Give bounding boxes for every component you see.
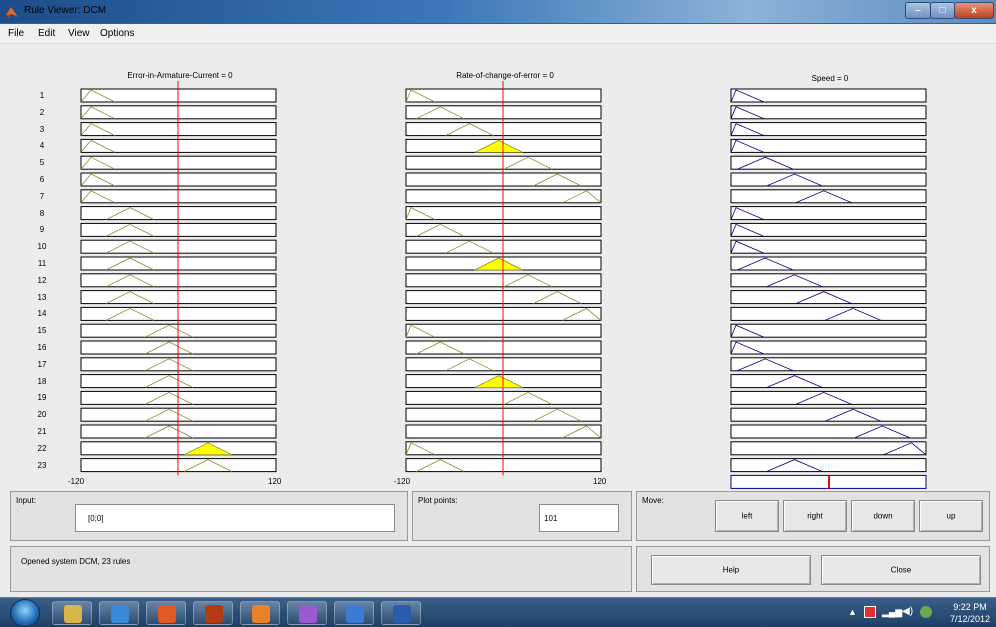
- rule-cell[interactable]: [730, 374, 927, 389]
- input2-max-tick: 120: [593, 477, 607, 486]
- simulink-icon: [346, 605, 364, 623]
- matlab-icon: [6, 7, 18, 18]
- rule-cell[interactable]: [730, 290, 927, 305]
- close-label: Close: [890, 565, 912, 575]
- plot-points-label: Plot points:: [418, 496, 458, 505]
- taskbar-app-matlab[interactable]: [193, 601, 233, 625]
- clock-date[interactable]: 7/12/2012: [944, 614, 996, 624]
- taskbar-app-firefox[interactable]: [240, 601, 280, 625]
- close-window-button[interactable]: x: [954, 2, 994, 19]
- windows-explorer-icon: [64, 605, 82, 623]
- menu-view[interactable]: View: [68, 28, 90, 39]
- rule-cell[interactable]: [730, 390, 927, 405]
- volume-icon[interactable]: ◀): [902, 606, 914, 618]
- input1-max-tick: 120: [268, 477, 282, 486]
- help-label: Help: [722, 565, 740, 575]
- rule-cell[interactable]: [730, 256, 927, 271]
- taskbar-app-simulink[interactable]: [334, 601, 374, 625]
- rule-cell[interactable]: [730, 273, 927, 288]
- input-field[interactable]: [0;0]: [75, 504, 395, 532]
- menu-options[interactable]: Options: [100, 28, 134, 39]
- title-bar[interactable]: Rule Viewer: DCM – □ x: [0, 0, 996, 24]
- move-left-label: left: [741, 511, 753, 521]
- move-down-label: down: [873, 511, 893, 521]
- input-label: Input:: [16, 496, 37, 505]
- taskbar-app-word[interactable]: [381, 601, 421, 625]
- taskbar-app-media-player[interactable]: [146, 601, 186, 625]
- clock-time[interactable]: 9:22 PM: [948, 602, 992, 612]
- maximize-button[interactable]: □: [930, 2, 955, 19]
- rule-cell[interactable]: [730, 172, 927, 187]
- power-icon[interactable]: [920, 606, 932, 618]
- plot-points-field[interactable]: 101: [539, 504, 619, 532]
- paint-icon: [299, 605, 317, 623]
- rule-cell[interactable]: [730, 155, 927, 170]
- input2-min-tick: -120: [394, 477, 411, 486]
- move-down-button[interactable]: down: [851, 500, 915, 532]
- plot-points-panel: Plot points: 101: [412, 491, 632, 541]
- action-center-icon[interactable]: [864, 606, 876, 618]
- network-icon[interactable]: ▂▄▆: [882, 606, 902, 618]
- move-right-button[interactable]: right: [783, 500, 847, 532]
- move-up-button[interactable]: up: [919, 500, 983, 532]
- move-left-button[interactable]: left: [715, 500, 779, 532]
- rule-cell[interactable]: [730, 189, 927, 204]
- help-close-panel: Help Close: [636, 546, 990, 592]
- input-panel: Input: [0;0]: [10, 491, 408, 541]
- rule-cell[interactable]: [730, 458, 927, 473]
- taskbar-app-internet-explorer[interactable]: [99, 601, 139, 625]
- firefox-icon: [252, 605, 270, 623]
- move-panel: Move: left right down up: [636, 491, 990, 541]
- menu-bar: File Edit View Options: [0, 24, 996, 44]
- matlab-icon: [205, 605, 223, 623]
- status-panel: Opened system DCM, 23 rules: [10, 546, 632, 592]
- rule-cell[interactable]: [730, 407, 927, 422]
- rule-cell[interactable]: [730, 441, 927, 456]
- close-button[interactable]: Close: [821, 555, 981, 585]
- media-player-icon: [158, 605, 176, 623]
- move-label: Move:: [642, 496, 664, 505]
- taskbar-app-windows-explorer[interactable]: [52, 601, 92, 625]
- rule-cell[interactable]: [730, 424, 927, 439]
- rule-cell[interactable]: [730, 306, 927, 321]
- move-up-label: up: [946, 511, 956, 521]
- input1-min-tick: -120: [68, 477, 85, 486]
- help-button[interactable]: Help: [651, 555, 811, 585]
- rule-cell[interactable]: [730, 357, 927, 372]
- menu-edit[interactable]: Edit: [38, 28, 55, 39]
- taskbar: ▲ ▂▄▆ ◀) 9:22 PM 7/12/2012: [0, 597, 996, 627]
- internet-explorer-icon: [111, 605, 129, 623]
- rule-viewer-client: Error-in-Armature-Current = 0 Rate-of-ch…: [0, 44, 996, 597]
- minimize-button[interactable]: –: [905, 2, 931, 19]
- menu-file[interactable]: File: [8, 28, 24, 39]
- rule-plots[interactable]: [0, 44, 996, 494]
- status-text: Opened system DCM, 23 rules: [21, 557, 131, 566]
- move-right-label: right: [807, 511, 823, 521]
- taskbar-app-paint[interactable]: [287, 601, 327, 625]
- word-icon: [393, 605, 411, 623]
- tray-expand-icon[interactable]: ▲: [848, 607, 857, 617]
- start-button[interactable]: [10, 599, 40, 627]
- window-title: Rule Viewer: DCM: [24, 5, 107, 16]
